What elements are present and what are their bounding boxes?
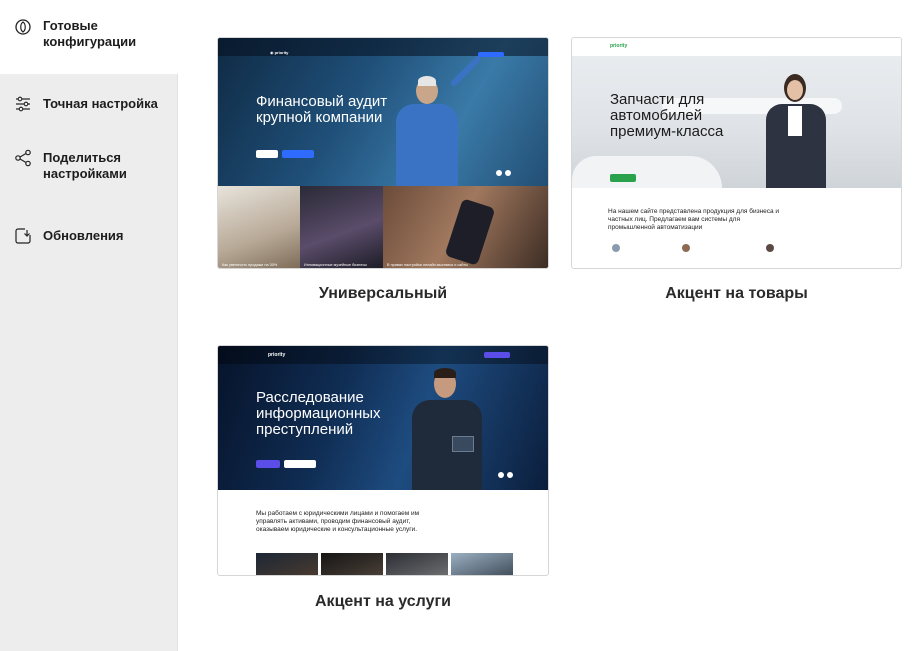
preview-person-arm [449,54,483,88]
preview-category-icon [682,244,690,252]
preview-logo: priority [610,43,628,49]
preview-button [610,174,636,182]
preview-logo: ◉ priority [270,50,289,55]
config-card-products[interactable]: priority Запчасти для автомобилей премиу… [571,37,902,307]
sidebar-item-label: Точная настройка [43,96,158,111]
preview-body-text: На нашем сайте представлена продукция дл… [608,208,780,231]
preview-hero: ◉ priority Финансовый аудит крупной комп… [218,38,548,186]
sidebar-item-share[interactable]: Поделиться настройками [0,148,178,188]
preview-nav-button [478,52,504,57]
sliders-icon [16,96,30,112]
sidebar: Готовые конфигурации Точная настройка По… [0,0,178,651]
preview-next-arrow [507,472,513,478]
preview-tile: Как увеличить продажи на 30% [218,186,300,268]
preview-person-image [762,74,832,188]
preview-tile-caption: В правах настройки онлайн-выставок и сай… [387,263,468,267]
card-title: Акцент на услуги [315,593,451,610]
preview-prev-arrow [496,170,502,176]
sidebar-item-updates[interactable]: Обновления [0,226,178,248]
preview-tile [256,553,318,575]
preview-hero-title: Запчасти для автомобилей премиум-класса [610,91,724,140]
sidebar-item-configurations[interactable]: Готовые конфигурации [0,16,178,56]
preview-body-text: Мы работаем с юридическими лицами и помо… [256,510,420,533]
preview-logo: priority [268,352,286,358]
preview-prev-arrow [498,472,504,478]
preview-hero: priority Расследование информационных пр… [218,346,548,490]
card-preview: priority Запчасти для автомобилей премиу… [571,37,902,269]
configurations-icon [15,19,31,35]
preview-tile-caption: Как увеличить продажи на 30% [222,263,278,267]
preview-nav-button [484,352,510,358]
preview-tile-caption: Инновационные музейные бизнесы [304,263,367,267]
preview-tile [386,553,448,575]
preview-car-image [572,156,722,188]
card-preview: ◉ priority Финансовый аудит крупной комп… [217,37,549,269]
preview-button-order [284,460,316,468]
preview-next-arrow [505,170,511,176]
update-icon [15,228,31,244]
sidebar-item-fine-tuning[interactable]: Точная настройка [0,94,178,116]
sidebar-item-label: Готовые конфигурации [43,18,137,49]
preview-person-image [408,368,488,490]
preview-tile: Инновационные музейные бизнесы [300,186,383,268]
preview-tile: В правах настройки онлайн-выставок и сай… [383,186,548,268]
preview-category-icon [766,244,774,252]
config-card-universal[interactable]: ◉ priority Финансовый аудит крупной комп… [217,37,549,307]
preview-button-more [256,460,280,468]
preview-category-icon [612,244,620,252]
share-icon [15,149,31,167]
preview-hero: Запчасти для автомобилей премиум-класса [572,56,901,188]
preview-tile [321,553,383,575]
card-title: Акцент на товары [665,285,808,302]
card-preview: priority Расследование информационных пр… [217,345,549,576]
preview-hero-title: Финансовый аудит крупной компании [256,93,388,126]
sidebar-item-label: Обновления [43,228,124,243]
sidebar-item-label: Поделиться настройками [43,150,127,181]
preview-hero-title: Расследование информационных преступлени… [256,389,381,438]
card-title: Универсальный [318,285,448,302]
preview-tile [451,553,513,575]
preview-button-more [256,150,278,158]
preview-phone-image [444,198,496,266]
config-card-services[interactable]: priority Расследование информационных пр… [217,345,549,615]
preview-button-order [282,150,314,158]
